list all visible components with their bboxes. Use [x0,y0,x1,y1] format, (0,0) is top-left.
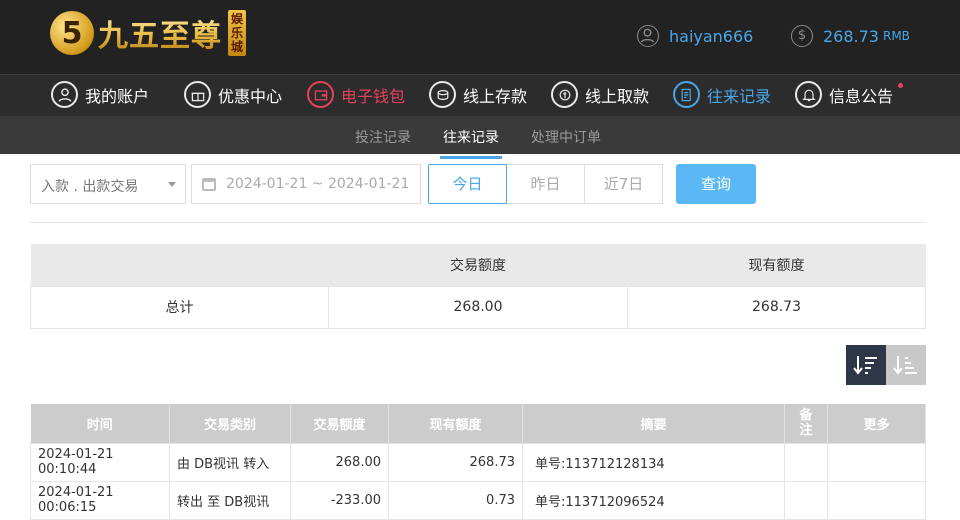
nav-label: 优惠中心 [218,86,283,106]
main-nav: 我的账户 优惠中心 电子钱包 线上存款 线上取款 往来记录 信息公告 [0,74,960,116]
logo-mark: 5 [50,11,94,55]
sort-desc-icon [853,356,877,375]
date-range-value: 2024-01-21 ~ 2024-01-21 [226,176,410,192]
username: haiyan666 [669,26,754,46]
col-summary: 摘要 [522,404,785,443]
records-icon [673,81,700,108]
brand-logo[interactable]: 5 九五至尊 娱乐城 [50,10,246,56]
deposit-icon [429,81,456,108]
balance-currency: RMB [882,29,910,43]
cell-type: 转出 至 DB视讯 [169,480,291,520]
tab-bet-records[interactable]: 投注记录 [355,127,411,147]
wallet-icon [307,81,334,108]
summary-total-amount: 268.00 [328,285,628,329]
range-today-button[interactable]: 今日 [428,164,507,204]
sort-controls [846,345,926,385]
summary-header-blank [30,244,329,286]
col-type: 交易类别 [169,404,291,443]
summary-header-amount: 交易额度 [328,244,628,286]
cell-remark [784,480,828,520]
nav-label: 电子钱包 [341,86,406,106]
col-time: 时间 [30,404,170,443]
nav-item-notices[interactable]: 信息公告 [795,81,904,108]
notification-dot [898,83,904,88]
dollar-icon: $ [791,25,813,47]
cell-time: 2024-01-21 00:06:15 [30,480,170,520]
cell-more[interactable] [827,442,926,482]
sort-descending-button[interactable] [846,345,886,385]
cell-balance: 0.73 [388,480,523,520]
tab-transaction-records[interactable]: 往来记录 [440,127,502,159]
query-button[interactable]: 查询 [676,164,756,204]
user-icon [51,81,78,108]
transaction-type-select[interactable]: 入款 . 出款交易 [30,164,186,204]
nav-label: 信息公告 [829,86,894,106]
summary-total-balance: 268.73 [627,285,926,329]
summary-total-label: 总计 [30,285,329,329]
summary-header-balance: 现有额度 [627,244,926,286]
nav-label: 我的账户 [85,86,150,106]
select-value: 入款 . 出款交易 [41,179,139,195]
col-amount: 交易额度 [290,404,389,443]
divider [30,222,926,223]
sub-nav: 投注记录 往来记录 处理中订单 [0,116,960,159]
range-7days-button[interactable]: 近7日 [584,164,663,204]
brand-name: 九五至尊 [98,11,222,55]
nav-item-account[interactable]: 我的账户 [51,81,149,108]
cell-summary: 单号:113712096524 [522,480,785,520]
range-yesterday-button[interactable]: 昨日 [506,164,585,204]
cell-amount: 268.00 [290,442,389,482]
nav-item-deposit[interactable]: 线上存款 [429,81,527,108]
caret-down-icon [168,182,176,187]
cell-remark [784,442,828,482]
cell-summary: 单号:113712128134 [522,442,785,482]
col-remark: 备注 [784,404,828,443]
withdraw-icon [551,81,578,108]
calendar-icon [202,178,216,191]
nav-label: 往来记录 [707,86,772,106]
nav-label: 线上取款 [585,86,650,106]
brand-sub: 娱乐城 [228,10,246,56]
cell-type: 由 DB视讯 转入 [169,442,291,482]
cell-time: 2024-01-21 00:10:44 [30,442,170,482]
user-avatar-icon [637,25,659,47]
sort-ascending-button[interactable] [886,345,926,385]
cell-balance: 268.73 [388,442,523,482]
nav-item-records[interactable]: 往来记录 [673,81,771,108]
tab-pending-orders[interactable]: 处理中订单 [531,127,601,147]
table-row: 2024-01-21 00:10:44 由 DB视讯 转入 268.00 268… [30,442,926,482]
user-info[interactable]: haiyan666 [637,25,753,47]
bell-icon [795,81,822,108]
sort-asc-icon [893,356,917,375]
nav-label: 线上存款 [463,86,528,106]
col-more: 更多 [827,404,926,443]
records-table: 时间 交易类别 交易额度 现有额度 摘要 备注 更多 2024-01-21 00… [30,404,926,520]
nav-item-wallet[interactable]: 电子钱包 [307,81,405,108]
summary-row: 总计 268.00 268.73 [30,285,926,329]
date-range-input[interactable]: 2024-01-21 ~ 2024-01-21 [191,164,421,204]
balance-amount: 268.73 [823,26,879,46]
range-selector: 今日 昨日 近7日 [428,164,663,204]
col-balance: 现有额度 [388,404,523,443]
cell-more[interactable] [827,480,926,520]
summary-table: 交易额度 现有额度 总计 268.00 268.73 [30,244,926,329]
balance-info: $ 268.73 RMB [791,25,910,47]
nav-item-promotions[interactable]: 优惠中心 [184,81,282,108]
top-header: 5 九五至尊 娱乐城 haiyan666 $ 268.73 RMB [0,0,960,74]
nav-item-withdraw[interactable]: 线上取款 [551,81,649,108]
table-row: 2024-01-21 00:06:15 转出 至 DB视讯 -233.00 0.… [30,480,926,520]
cell-amount: -233.00 [290,480,389,520]
gift-icon [184,81,211,108]
